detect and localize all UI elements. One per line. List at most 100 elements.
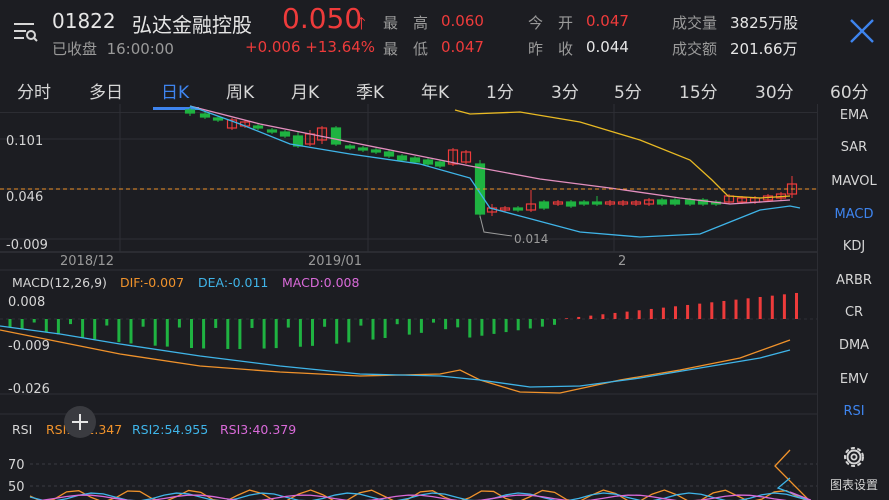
tab-60min[interactable]: 60分: [830, 78, 869, 103]
macd-bar: [504, 319, 508, 333]
kline-xlabel-2: 2019/01: [308, 254, 362, 269]
high-quote: 最 高 0.060: [383, 12, 484, 32]
macd-bar: [419, 319, 423, 333]
rsi-legend-3: RSI3:40.379: [220, 422, 296, 437]
indicator-arbr[interactable]: ARBR: [818, 273, 889, 288]
macd-bar: [311, 319, 314, 346]
indicator-dma[interactable]: DMA: [818, 338, 889, 353]
macd-bar: [117, 319, 121, 343]
macd-bar: [359, 319, 363, 326]
candle-body: [409, 157, 421, 163]
macd-ytick-3: -0.026: [8, 382, 50, 397]
amount-quote: 成交额 201.66万: [672, 40, 798, 58]
tab-month-k[interactable]: 月K: [291, 78, 319, 103]
indicator-kdj[interactable]: KDJ: [818, 239, 889, 254]
crosshair-plus-button[interactable]: [64, 406, 96, 438]
indicator-sar[interactable]: SAR: [818, 140, 889, 155]
candle-body: [684, 199, 696, 205]
candle-body: [252, 125, 264, 129]
kline-ytick-3: -0.009: [6, 238, 48, 253]
candle-body: [212, 117, 224, 121]
candle-body: [538, 201, 550, 209]
chart-settings-label: 图表设置: [829, 478, 878, 492]
low-marker-label: 0.014: [514, 232, 548, 246]
macd-bar: [262, 319, 266, 349]
kline-xlabel-3: 2: [618, 254, 626, 269]
macd-bar: [238, 319, 242, 349]
macd-legend-name: MACD(12,26,9): [12, 275, 107, 290]
ma-line-yellow: [454, 109, 791, 199]
macd-bar: [32, 319, 36, 323]
candle-body: [370, 149, 382, 153]
macd-bar: [298, 319, 302, 347]
macd-bar: [202, 319, 206, 349]
current-price: 0.050: [282, 2, 363, 35]
tab-day-k[interactable]: 日K: [161, 78, 189, 103]
stock-chart[interactable]: 0.014 0.101 0.046 -0.009 2018/12 2019/01…: [0, 104, 817, 500]
macd-bar: [214, 319, 218, 328]
indicator-rsi[interactable]: RSI: [818, 404, 889, 419]
macd-legend-dea: DEA:-0.011: [198, 275, 268, 290]
macd-bar: [371, 319, 375, 340]
macd-bar: [686, 304, 690, 319]
macd-bar: [480, 319, 484, 336]
macd-bar: [383, 319, 387, 338]
macd-bar: [661, 307, 665, 319]
candle-body: [383, 151, 395, 157]
tab-duori[interactable]: 多日: [89, 78, 123, 103]
macd-bar: [165, 319, 169, 347]
candle-body: [656, 199, 668, 205]
close-icon[interactable]: [843, 12, 881, 50]
macd-bar: [444, 319, 448, 330]
indicator-mavol[interactable]: MAVOL: [818, 174, 889, 189]
indicator-macd[interactable]: MACD: [818, 207, 889, 222]
macd-bar: [782, 294, 786, 319]
tab-15min[interactable]: 15分: [679, 78, 718, 103]
macd-bar: [722, 300, 726, 319]
macd-bar: [129, 319, 133, 344]
open-quote: 今 开 0.047: [528, 12, 629, 32]
macd-bar: [637, 310, 641, 319]
indicator-ema[interactable]: EMA: [818, 108, 889, 123]
macd-bar: [44, 319, 48, 333]
macd-bar: [190, 319, 193, 348]
macd-bar: [395, 319, 399, 325]
indicator-emv[interactable]: EMV: [818, 372, 889, 387]
tab-year-k[interactable]: 年K: [421, 78, 449, 103]
macd-bar: [250, 319, 254, 328]
macd-bar: [335, 319, 339, 344]
tab-3min[interactable]: 3分: [551, 78, 579, 103]
tab-season-k[interactable]: 季K: [356, 78, 384, 103]
market-status: 已收盘 16:00:00: [52, 40, 174, 58]
tab-5min[interactable]: 5分: [614, 78, 642, 103]
macd-bar: [407, 319, 411, 335]
macd-bar: [540, 319, 544, 327]
candle-body: [184, 109, 196, 114]
candle-body: [591, 201, 603, 205]
macd-bar: [674, 306, 677, 319]
indicator-cr[interactable]: CR: [818, 305, 889, 320]
macd-bar: [553, 319, 556, 325]
rsi-legend-name: RSI: [12, 422, 32, 437]
stock-name: 弘达金融控股: [132, 13, 252, 37]
low-marker-leader: [479, 215, 513, 237]
macd-bar: [528, 319, 532, 329]
macd-bar: [649, 308, 653, 319]
candle-body: [669, 199, 681, 205]
tab-week-k[interactable]: 周K: [226, 78, 254, 103]
macd-bar: [613, 312, 617, 319]
macd-legend-dif: DIF:-0.007: [120, 275, 184, 290]
macd-bar: [323, 319, 327, 327]
low-quote: 最 低 0.047: [383, 38, 484, 58]
menu-icon[interactable]: [8, 14, 42, 48]
macd-bar: [589, 315, 593, 319]
candle-body: [512, 207, 524, 211]
macd-histogram: [8, 292, 798, 349]
stock-code: 01822: [52, 9, 116, 33]
tab-1min[interactable]: 1分: [486, 78, 514, 103]
tab-fenshi[interactable]: 分时: [17, 78, 51, 103]
macd-bar: [492, 319, 496, 334]
tab-30min[interactable]: 30分: [755, 78, 794, 103]
macd-bar: [81, 319, 85, 338]
chart-settings-button[interactable]: 图表设置: [818, 436, 889, 498]
